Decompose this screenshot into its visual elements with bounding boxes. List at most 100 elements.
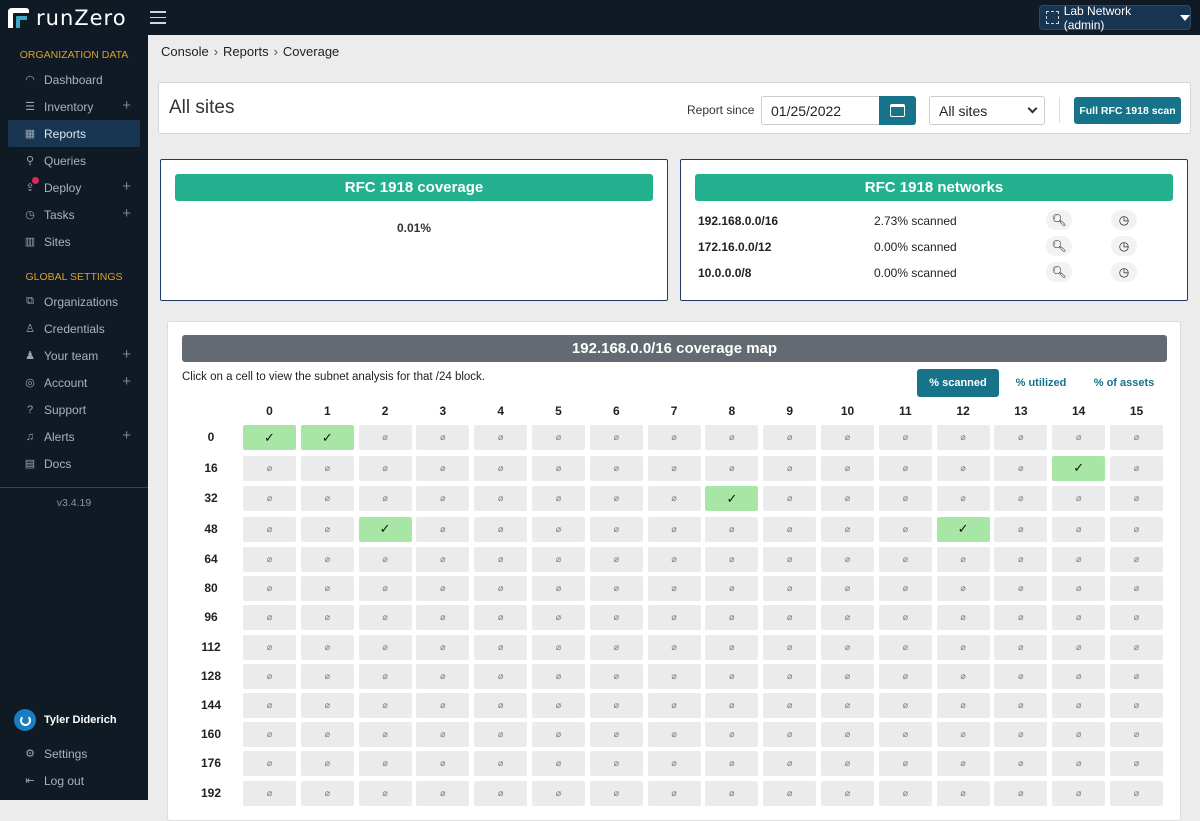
coverage-cell-unscanned[interactable]: ⌀ [647,634,701,660]
coverage-cell-unscanned[interactable]: ⌀ [243,780,296,806]
organization-selector[interactable]: Lab Network (admin) [1039,4,1191,32]
coverage-toggle-assets[interactable]: % of assets [1081,369,1167,397]
sidebar-item-settings[interactable]: ⚙ Settings [8,740,140,767]
coverage-cell-unscanned[interactable]: ⌀ [647,425,701,450]
coverage-cell-unscanned[interactable]: ⌀ [300,693,354,718]
coverage-cell-unscanned[interactable]: ⌀ [936,722,990,748]
coverage-cell-unscanned[interactable]: ⌀ [589,780,643,806]
coverage-cell-unscanned[interactable]: ⌀ [532,722,585,748]
coverage-cell-unscanned[interactable]: ⌀ [763,634,817,660]
analyze-network-button[interactable]: 🔍︎ [1046,210,1072,230]
coverage-cell-unscanned[interactable]: ⌀ [300,634,354,660]
sidebar-item-sites[interactable]: ▥ Sites [8,228,140,255]
coverage-cell-unscanned[interactable]: ⌀ [994,547,1048,572]
coverage-cell-unscanned[interactable]: ⌀ [936,751,990,777]
coverage-cell-unscanned[interactable]: ⌀ [1052,663,1106,689]
sidebar-item-account[interactable]: ◎ Account + [8,369,140,396]
coverage-cell-unscanned[interactable]: ⌀ [416,722,470,748]
coverage-cell-unscanned[interactable]: ⌀ [936,634,990,660]
sidebar-item-your-team[interactable]: ♟ Your team + [8,342,140,369]
coverage-cell-unscanned[interactable]: ⌀ [821,455,874,481]
coverage-cell-unscanned[interactable]: ⌀ [532,516,585,542]
coverage-cell-unscanned[interactable]: ⌀ [474,751,528,777]
sidebar-toggle-icon[interactable] [150,11,166,25]
coverage-cell-unscanned[interactable]: ⌀ [647,663,701,689]
coverage-cell-unscanned[interactable]: ⌀ [878,634,932,660]
coverage-cell-unscanned[interactable]: ⌀ [1110,576,1163,602]
sidebar-item-docs[interactable]: ▤ Docs [8,450,140,477]
coverage-cell-unscanned[interactable]: ⌀ [647,455,701,481]
coverage-cell-unscanned[interactable]: ⌀ [821,516,874,542]
coverage-cell-scanned[interactable]: ✓ [300,425,354,450]
coverage-cell-unscanned[interactable]: ⌀ [474,634,528,660]
coverage-cell-unscanned[interactable]: ⌀ [705,751,759,777]
coverage-cell-unscanned[interactable]: ⌀ [416,693,470,718]
coverage-cell-unscanned[interactable]: ⌀ [763,486,817,511]
coverage-cell-unscanned[interactable]: ⌀ [300,605,354,631]
sidebar-item-credentials[interactable]: ♙ Credentials [8,315,140,342]
coverage-cell-unscanned[interactable]: ⌀ [647,516,701,542]
coverage-cell-unscanned[interactable]: ⌀ [474,547,528,572]
coverage-cell-unscanned[interactable]: ⌀ [243,516,296,542]
coverage-cell-unscanned[interactable]: ⌀ [763,605,817,631]
coverage-cell-unscanned[interactable]: ⌀ [532,425,585,450]
coverage-cell-unscanned[interactable]: ⌀ [474,722,528,748]
coverage-cell-unscanned[interactable]: ⌀ [1052,780,1106,806]
sidebar-item-tasks[interactable]: ◷ Tasks + [8,201,140,228]
coverage-cell-unscanned[interactable]: ⌀ [416,605,470,631]
sidebar-item-log-out[interactable]: ⇤ Log out [8,767,140,794]
coverage-cell-unscanned[interactable]: ⌀ [532,486,585,511]
coverage-cell-unscanned[interactable]: ⌀ [1110,486,1163,511]
coverage-cell-unscanned[interactable]: ⌀ [647,722,701,748]
coverage-cell-unscanned[interactable]: ⌀ [589,425,643,450]
coverage-cell-unscanned[interactable]: ⌀ [243,693,296,718]
coverage-cell-unscanned[interactable]: ⌀ [589,605,643,631]
coverage-cell-unscanned[interactable]: ⌀ [821,780,874,806]
coverage-cell-scanned[interactable]: ✓ [243,425,296,450]
coverage-cell-unscanned[interactable]: ⌀ [474,425,528,450]
coverage-cell-unscanned[interactable]: ⌀ [300,780,354,806]
date-picker-button[interactable] [879,96,916,125]
add-icon[interactable]: + [122,427,131,444]
coverage-cell-unscanned[interactable]: ⌀ [821,634,874,660]
coverage-cell-unscanned[interactable]: ⌀ [532,455,585,481]
coverage-cell-unscanned[interactable]: ⌀ [1052,693,1106,718]
coverage-cell-unscanned[interactable]: ⌀ [763,693,817,718]
coverage-cell-unscanned[interactable]: ⌀ [994,722,1048,748]
coverage-cell-unscanned[interactable]: ⌀ [1052,516,1106,542]
coverage-cell-unscanned[interactable]: ⌀ [358,486,412,511]
coverage-cell-unscanned[interactable]: ⌀ [358,576,412,602]
coverage-cell-unscanned[interactable]: ⌀ [358,722,412,748]
coverage-cell-unscanned[interactable]: ⌀ [763,455,817,481]
coverage-cell-unscanned[interactable]: ⌀ [878,722,932,748]
coverage-cell-unscanned[interactable]: ⌀ [416,455,470,481]
coverage-cell-unscanned[interactable]: ⌀ [474,605,528,631]
coverage-cell-unscanned[interactable]: ⌀ [532,605,585,631]
coverage-cell-unscanned[interactable]: ⌀ [358,634,412,660]
coverage-cell-unscanned[interactable]: ⌀ [1052,634,1106,660]
site-select[interactable]: All sites [929,96,1045,125]
coverage-cell-unscanned[interactable]: ⌀ [936,693,990,718]
add-icon[interactable]: + [122,373,131,390]
coverage-cell-unscanned[interactable]: ⌀ [474,516,528,542]
coverage-cell-unscanned[interactable]: ⌀ [300,722,354,748]
coverage-cell-unscanned[interactable]: ⌀ [705,425,759,450]
coverage-cell-unscanned[interactable]: ⌀ [878,605,932,631]
coverage-cell-unscanned[interactable]: ⌀ [821,547,874,572]
coverage-cell-unscanned[interactable]: ⌀ [1110,425,1163,450]
coverage-cell-unscanned[interactable]: ⌀ [936,780,990,806]
coverage-cell-unscanned[interactable]: ⌀ [1110,780,1163,806]
coverage-cell-unscanned[interactable]: ⌀ [474,780,528,806]
coverage-cell-unscanned[interactable]: ⌀ [705,722,759,748]
coverage-cell-unscanned[interactable]: ⌀ [763,751,817,777]
sidebar-item-inventory[interactable]: ☰ Inventory + [8,93,140,120]
coverage-cell-unscanned[interactable]: ⌀ [994,455,1048,481]
coverage-cell-unscanned[interactable]: ⌀ [647,547,701,572]
add-icon[interactable]: + [122,178,131,195]
coverage-cell-scanned[interactable]: ✓ [705,486,759,511]
coverage-cell-unscanned[interactable]: ⌀ [994,780,1048,806]
coverage-cell-unscanned[interactable]: ⌀ [1052,722,1106,748]
coverage-cell-unscanned[interactable]: ⌀ [705,605,759,631]
coverage-cell-unscanned[interactable]: ⌀ [821,693,874,718]
coverage-cell-unscanned[interactable]: ⌀ [589,576,643,602]
